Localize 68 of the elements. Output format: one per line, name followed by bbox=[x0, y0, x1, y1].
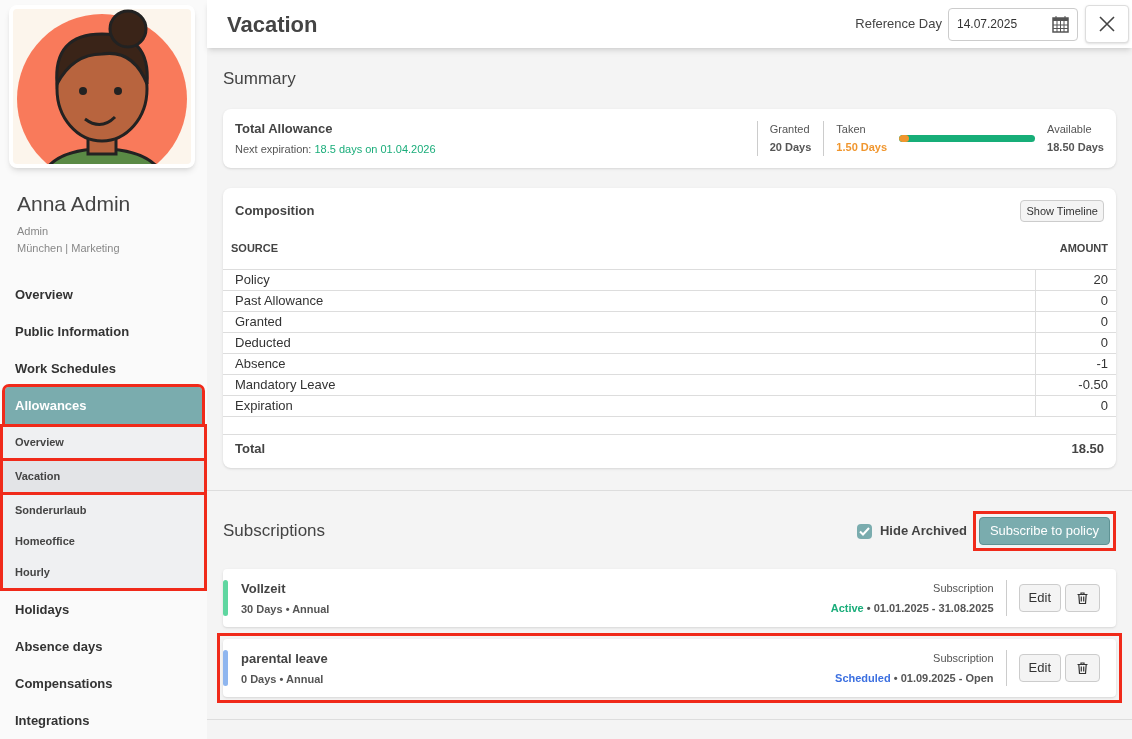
sidebar-item[interactable]: Work Schedules bbox=[0, 350, 207, 387]
stat-value: 20 Days bbox=[769, 140, 812, 155]
delete-button[interactable] bbox=[1065, 654, 1100, 682]
subscription-period: Active • 01.01.2025 - 31.08.2025 bbox=[830, 600, 994, 616]
page-title: Vacation bbox=[227, 10, 319, 39]
subscription-details: 30 Days • Annual bbox=[241, 602, 331, 617]
table-cell-text: -1 bbox=[1095, 354, 1109, 373]
stat-label: Granted bbox=[769, 121, 811, 137]
table-cell: Granted bbox=[223, 311, 1036, 332]
table-cell: Past Allowance bbox=[223, 290, 1036, 311]
expiration-label: Next expiration: bbox=[235, 141, 312, 157]
composition-title: Composition bbox=[235, 202, 316, 220]
table-cell: Policy bbox=[223, 269, 1036, 290]
sidebar-subitem[interactable]: Homeoffice bbox=[3, 526, 204, 557]
sidebar-item[interactable]: Overview bbox=[0, 276, 207, 313]
trash-icon bbox=[1077, 592, 1088, 604]
table-cell: Mandatory Leave bbox=[223, 374, 1036, 395]
date-field[interactable]: 14.07.2025 bbox=[948, 7, 1078, 41]
column-header: AMOUNT bbox=[1059, 241, 1108, 256]
table-cell: Absence bbox=[223, 353, 1036, 374]
sidebar-item[interactable]: Integrations bbox=[0, 702, 207, 739]
table-cell: Expiration bbox=[223, 395, 1036, 416]
edit-button[interactable]: Edit bbox=[1018, 654, 1061, 682]
stat-value: 18.50 Days bbox=[1047, 140, 1104, 155]
sidebar-subitem[interactable]: Hourly bbox=[3, 557, 204, 588]
reference-day-label: Reference Day bbox=[855, 15, 942, 34]
table-cell-text: 0 bbox=[1099, 333, 1109, 352]
table-cell-text: 0 bbox=[1099, 396, 1109, 415]
profile-name: Anna Admin bbox=[16, 190, 132, 217]
subscription-name: Vollzeit bbox=[241, 579, 287, 598]
stat-label: Taken bbox=[836, 121, 867, 137]
sidebar-subitem[interactable]: Overview bbox=[3, 427, 204, 458]
sidebar-item[interactable]: Holidays bbox=[0, 591, 207, 628]
table-cell-text: -0.50 bbox=[1077, 375, 1109, 394]
allowance-title: Total Allowance bbox=[235, 120, 334, 138]
sidebar-subitem[interactable]: Sonderurlaub bbox=[3, 495, 204, 526]
stat-label: Available bbox=[1047, 121, 1093, 137]
trash-icon bbox=[1077, 662, 1088, 674]
column-header: SOURCE bbox=[231, 241, 280, 256]
hide-archived-checkbox[interactable] bbox=[856, 523, 872, 539]
table-cell-text: 0 bbox=[1099, 291, 1109, 310]
sidebar-item[interactable]: Compensations bbox=[0, 665, 207, 702]
calendar-icon bbox=[1052, 15, 1069, 33]
show-timeline-button[interactable]: Show Timeline bbox=[1020, 199, 1104, 222]
subscription-period: Scheduled • 01.09.2025 - Open bbox=[835, 670, 994, 686]
total-label: Total bbox=[235, 439, 267, 458]
subscription-type: Subscription bbox=[933, 581, 994, 596]
subscription-details: 0 Days • Annual bbox=[241, 672, 325, 687]
subscription-name: parental leave bbox=[241, 649, 329, 668]
table-cell-text: 20 bbox=[1092, 270, 1109, 289]
edit-button[interactable]: Edit bbox=[1018, 584, 1061, 612]
total-value: 18.50 bbox=[1071, 439, 1104, 458]
profile-location: München | Marketing bbox=[16, 240, 121, 256]
close-icon bbox=[1099, 16, 1115, 32]
profile-role: Admin bbox=[16, 224, 50, 239]
sidebar-subitem[interactable]: Vacation bbox=[3, 461, 204, 492]
stat-value: 1.50 Days bbox=[836, 140, 888, 155]
sidebar-item[interactable]: Absence days bbox=[0, 628, 207, 665]
table-cell: Deducted bbox=[223, 332, 1036, 353]
delete-button[interactable] bbox=[1065, 584, 1100, 612]
close-button[interactable] bbox=[1085, 5, 1129, 43]
sidebar-item[interactable]: Public Information bbox=[0, 313, 207, 350]
subscription-type: Subscription bbox=[933, 651, 994, 666]
table-cell-text: 0 bbox=[1099, 312, 1109, 331]
hide-archived-label: Hide Archived bbox=[879, 522, 967, 541]
section-heading: Subscriptions bbox=[223, 520, 327, 543]
expiration-value: 18.5 days on 01.04.2026 bbox=[314, 141, 436, 157]
section-heading: Summary bbox=[223, 68, 297, 90]
